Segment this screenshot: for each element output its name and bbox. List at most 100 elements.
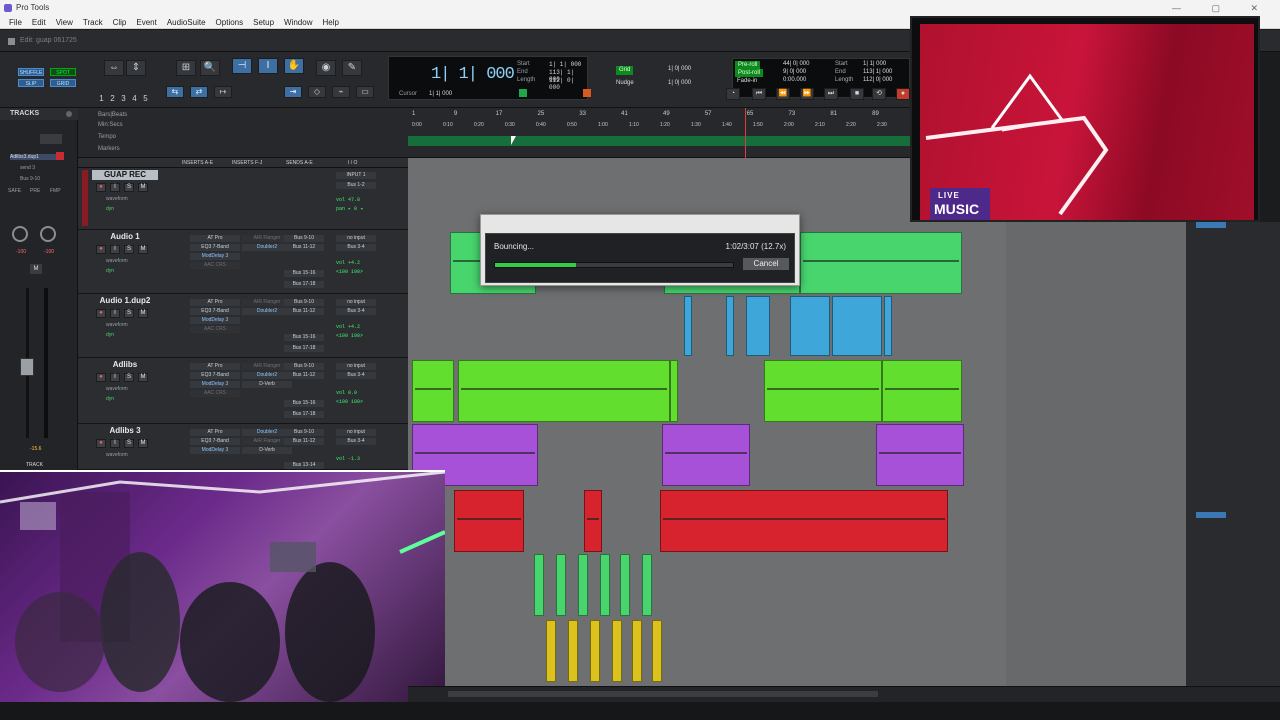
audio-clip[interactable] xyxy=(684,296,692,356)
menu-audiosuite[interactable]: AudioSuite xyxy=(162,16,211,28)
audio-clip[interactable] xyxy=(458,360,670,422)
menu-event[interactable]: Event xyxy=(131,16,161,28)
insert-slot[interactable]: D-Verb xyxy=(242,447,292,454)
record-button[interactable]: ● xyxy=(96,373,106,382)
input-button[interactable]: I xyxy=(110,373,120,382)
horizontal-scrollbar[interactable] xyxy=(408,686,1280,702)
mute-button[interactable]: M xyxy=(138,245,148,254)
scrollbar-thumb[interactable] xyxy=(448,691,878,697)
send-pan-knob-2-icon[interactable] xyxy=(40,226,56,242)
rewind-icon[interactable]: ⏪ xyxy=(776,88,790,100)
track-dyn[interactable]: dyn xyxy=(106,206,114,212)
pencil-tool-icon[interactable]: ✎ xyxy=(342,60,362,76)
track-name[interactable]: GUAP REC xyxy=(92,170,158,180)
menu-help[interactable]: Help xyxy=(317,16,343,28)
send-slot[interactable]: Bus 11-12 xyxy=(284,244,324,251)
insert-slot[interactable]: EQ3 7-Band xyxy=(190,244,240,251)
clip-list-selected-item[interactable] xyxy=(1196,512,1226,518)
audio-clip[interactable] xyxy=(590,620,600,682)
insert-slot[interactable]: ModDelay 3 xyxy=(190,317,240,324)
audio-clip[interactable] xyxy=(620,554,630,616)
mirror-midi-icon[interactable]: ◇ xyxy=(308,86,326,98)
send-slot[interactable]: Bus 11-12 xyxy=(284,372,324,379)
insert-slot[interactable]: EQ3 7-Band xyxy=(190,438,240,445)
track-input[interactable]: INPUT 1 xyxy=(336,172,376,179)
fadein-value[interactable]: 0:00.000 xyxy=(783,77,806,83)
slip-mode-button[interactable]: SLIP xyxy=(18,79,44,87)
audio-clip[interactable] xyxy=(746,296,770,356)
track-output[interactable]: Bus 3-4 xyxy=(336,372,376,379)
track-view-selector[interactable]: waveform xyxy=(106,322,128,328)
track-button[interactable]: TRACK xyxy=(26,462,43,468)
track-guap-rec[interactable]: GUAP REC ● I S M waveform dyn INPUT 1 Bus 1… xyxy=(78,168,408,230)
solo-button[interactable]: S xyxy=(124,183,134,192)
go-to-end-icon[interactable]: ⏭ xyxy=(824,88,838,100)
keyboard-focus-icon[interactable]: ▭ xyxy=(356,86,374,98)
midi-input-icon[interactable] xyxy=(519,89,527,97)
selected-track-name[interactable]: Adlibs3.dup1 xyxy=(10,154,56,160)
insert-slot[interactable]: ModDelay 3 xyxy=(190,253,240,260)
timeline-ruler[interactable]: 1 9 17 25 33 41 49 57 65 73 81 89 0:00 0:10 0:20 0:30 0… xyxy=(408,108,910,158)
track-volume[interactable]: vol +4.2 xyxy=(336,324,360,330)
return-to-zero-icon[interactable]: ⏮ xyxy=(752,88,766,100)
sel-end-value[interactable]: 113| 1| 000 xyxy=(863,69,892,75)
track-dyn[interactable]: dyn xyxy=(106,268,114,274)
audio-clip[interactable] xyxy=(832,296,882,356)
audio-clip[interactable] xyxy=(568,620,578,682)
send-slot[interactable]: Bus 9-10 xyxy=(284,235,324,242)
track-pan[interactable]: pan ▸ 0 ◂ xyxy=(336,206,363,212)
grid-mode-button[interactable]: GRID xyxy=(50,79,76,87)
audio-clip[interactable] xyxy=(578,554,588,616)
track-volume[interactable]: vol 0.0 xyxy=(336,390,357,396)
track-view-selector[interactable]: waveform xyxy=(106,386,128,392)
clip-list-selected-item[interactable] xyxy=(1196,222,1226,228)
mute-button[interactable]: M xyxy=(138,309,148,318)
zoom-preset-4[interactable]: 4 xyxy=(129,94,140,103)
edit-window-empty-area[interactable] xyxy=(1006,158,1186,686)
audio-clip[interactable] xyxy=(800,232,962,294)
send-slot[interactable]: Bus 9-10 xyxy=(284,299,324,306)
link-timeline-icon[interactable]: ⇆ xyxy=(166,86,184,98)
zoom-horizontal-icon[interactable]: ⇔ xyxy=(104,60,124,76)
record-button[interactable]: ● xyxy=(96,309,106,318)
send-slot[interactable]: Bus 9-10 xyxy=(284,363,324,370)
track-name[interactable]: Adlibs xyxy=(92,360,158,370)
stop-icon[interactable]: ■ xyxy=(850,88,864,100)
track-audio-1-dup2[interactable]: Audio 1.dup2 ● I S M waveform dyn AT Pro EQ… xyxy=(78,294,408,358)
pre-button[interactable]: PRE xyxy=(30,188,40,194)
insert-slot[interactable]: EQ3 7-Band xyxy=(190,372,240,379)
loop-play-icon[interactable]: ⟲ xyxy=(872,88,886,100)
menu-view[interactable]: View xyxy=(51,16,78,28)
zoom-preset-1[interactable]: 1 xyxy=(96,94,107,103)
insert-slot[interactable]: AT Pro xyxy=(190,299,240,306)
track-input[interactable]: no input xyxy=(336,363,376,370)
send-slot[interactable]: Bus 17-18 xyxy=(284,281,324,288)
audio-clip[interactable] xyxy=(876,424,964,486)
preroll-label[interactable]: Pre-roll xyxy=(735,61,761,69)
record-button[interactable]: ● xyxy=(96,245,106,254)
fmp-button[interactable]: FMP xyxy=(50,188,61,194)
send-slot[interactable]: Bus 9-10 xyxy=(284,429,324,436)
automation-follows-icon[interactable]: ⌁ xyxy=(332,86,350,98)
insert-slot[interactable]: AT Pro xyxy=(190,235,240,242)
shuffle-mode-button[interactable]: SHUFFLE xyxy=(18,68,44,76)
selected-send[interactable]: send 3 xyxy=(20,165,35,171)
audio-clip[interactable] xyxy=(600,554,610,616)
ruler-label-minsecs[interactable]: Min:Secs xyxy=(98,122,123,128)
insert-slot[interactable]: AT Pro xyxy=(190,363,240,370)
menu-track[interactable]: Track xyxy=(78,16,108,28)
input-button[interactable]: I xyxy=(110,245,120,254)
record-arm-icon[interactable] xyxy=(56,152,64,160)
send-pan-knob-icon[interactable] xyxy=(12,226,28,242)
audio-clip[interactable] xyxy=(556,554,566,616)
mute-button[interactable]: M xyxy=(138,439,148,448)
tab-to-transient-icon[interactable]: ⇥ xyxy=(284,86,302,98)
track-volume[interactable]: vol 47.8 xyxy=(336,197,360,203)
insert-slot[interactable]: AAC CRS xyxy=(190,262,240,269)
menu-file[interactable]: File xyxy=(4,16,27,28)
input-button[interactable]: I xyxy=(110,309,120,318)
ruler-label-tempo[interactable]: Tempo xyxy=(98,134,116,140)
track-output[interactable]: Bus 3-4 xyxy=(336,244,376,251)
audio-clip[interactable] xyxy=(652,620,662,682)
selector-tool-icon[interactable]: I xyxy=(258,58,278,74)
